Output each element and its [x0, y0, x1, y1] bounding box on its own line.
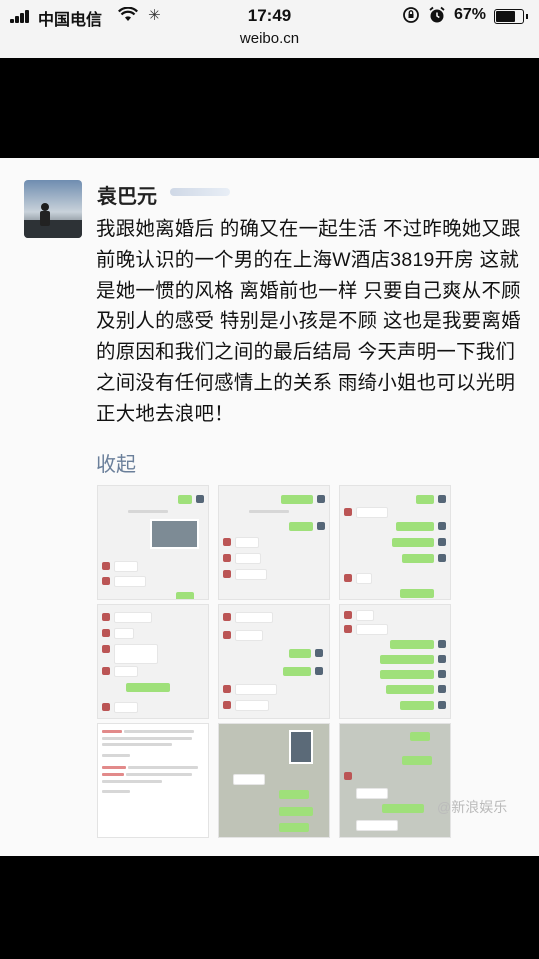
battery-icon — [494, 9, 528, 24]
rotation-lock-icon — [402, 6, 420, 29]
chat-screenshot-thumbnail[interactable] — [218, 604, 330, 719]
chat-screenshot-thumbnail[interactable] — [97, 485, 209, 600]
post-text: 我跟她离婚后 的确又在一起生活 不过昨晚她又跟前晚认识的一个男的在上海W酒店38… — [96, 218, 521, 425]
battery-percent: 67% — [454, 6, 487, 23]
weibo-post-card: 袁巴元 我跟她离婚后 的确又在一起生活 不过昨晚她又跟前晚认识的一个男的在上海W… — [0, 158, 539, 856]
chat-screenshot-thumbnail[interactable] — [218, 485, 330, 600]
chat-screenshot-thumbnail[interactable] — [218, 723, 330, 838]
alarm-icon — [428, 6, 446, 29]
chat-screenshot-thumbnail[interactable] — [339, 604, 451, 719]
status-bar: 中国电信 ✳ 17:49 67% weibo.cn — [0, 0, 539, 58]
search-results-thumbnail[interactable] — [97, 723, 209, 838]
author-name[interactable]: 袁巴元 — [97, 180, 157, 209]
collapse-link[interactable]: 收起 — [96, 448, 136, 477]
address-bar-url[interactable]: weibo.cn — [0, 30, 539, 47]
avatar[interactable] — [24, 180, 82, 238]
chat-screenshot-thumbnail[interactable] — [339, 485, 451, 600]
chat-screenshot-thumbnail[interactable] — [339, 723, 451, 838]
chat-screenshot-thumbnail[interactable] — [97, 604, 209, 719]
watermark: @新浪娱乐 — [437, 799, 508, 815]
redacted-name-suffix — [170, 188, 230, 196]
